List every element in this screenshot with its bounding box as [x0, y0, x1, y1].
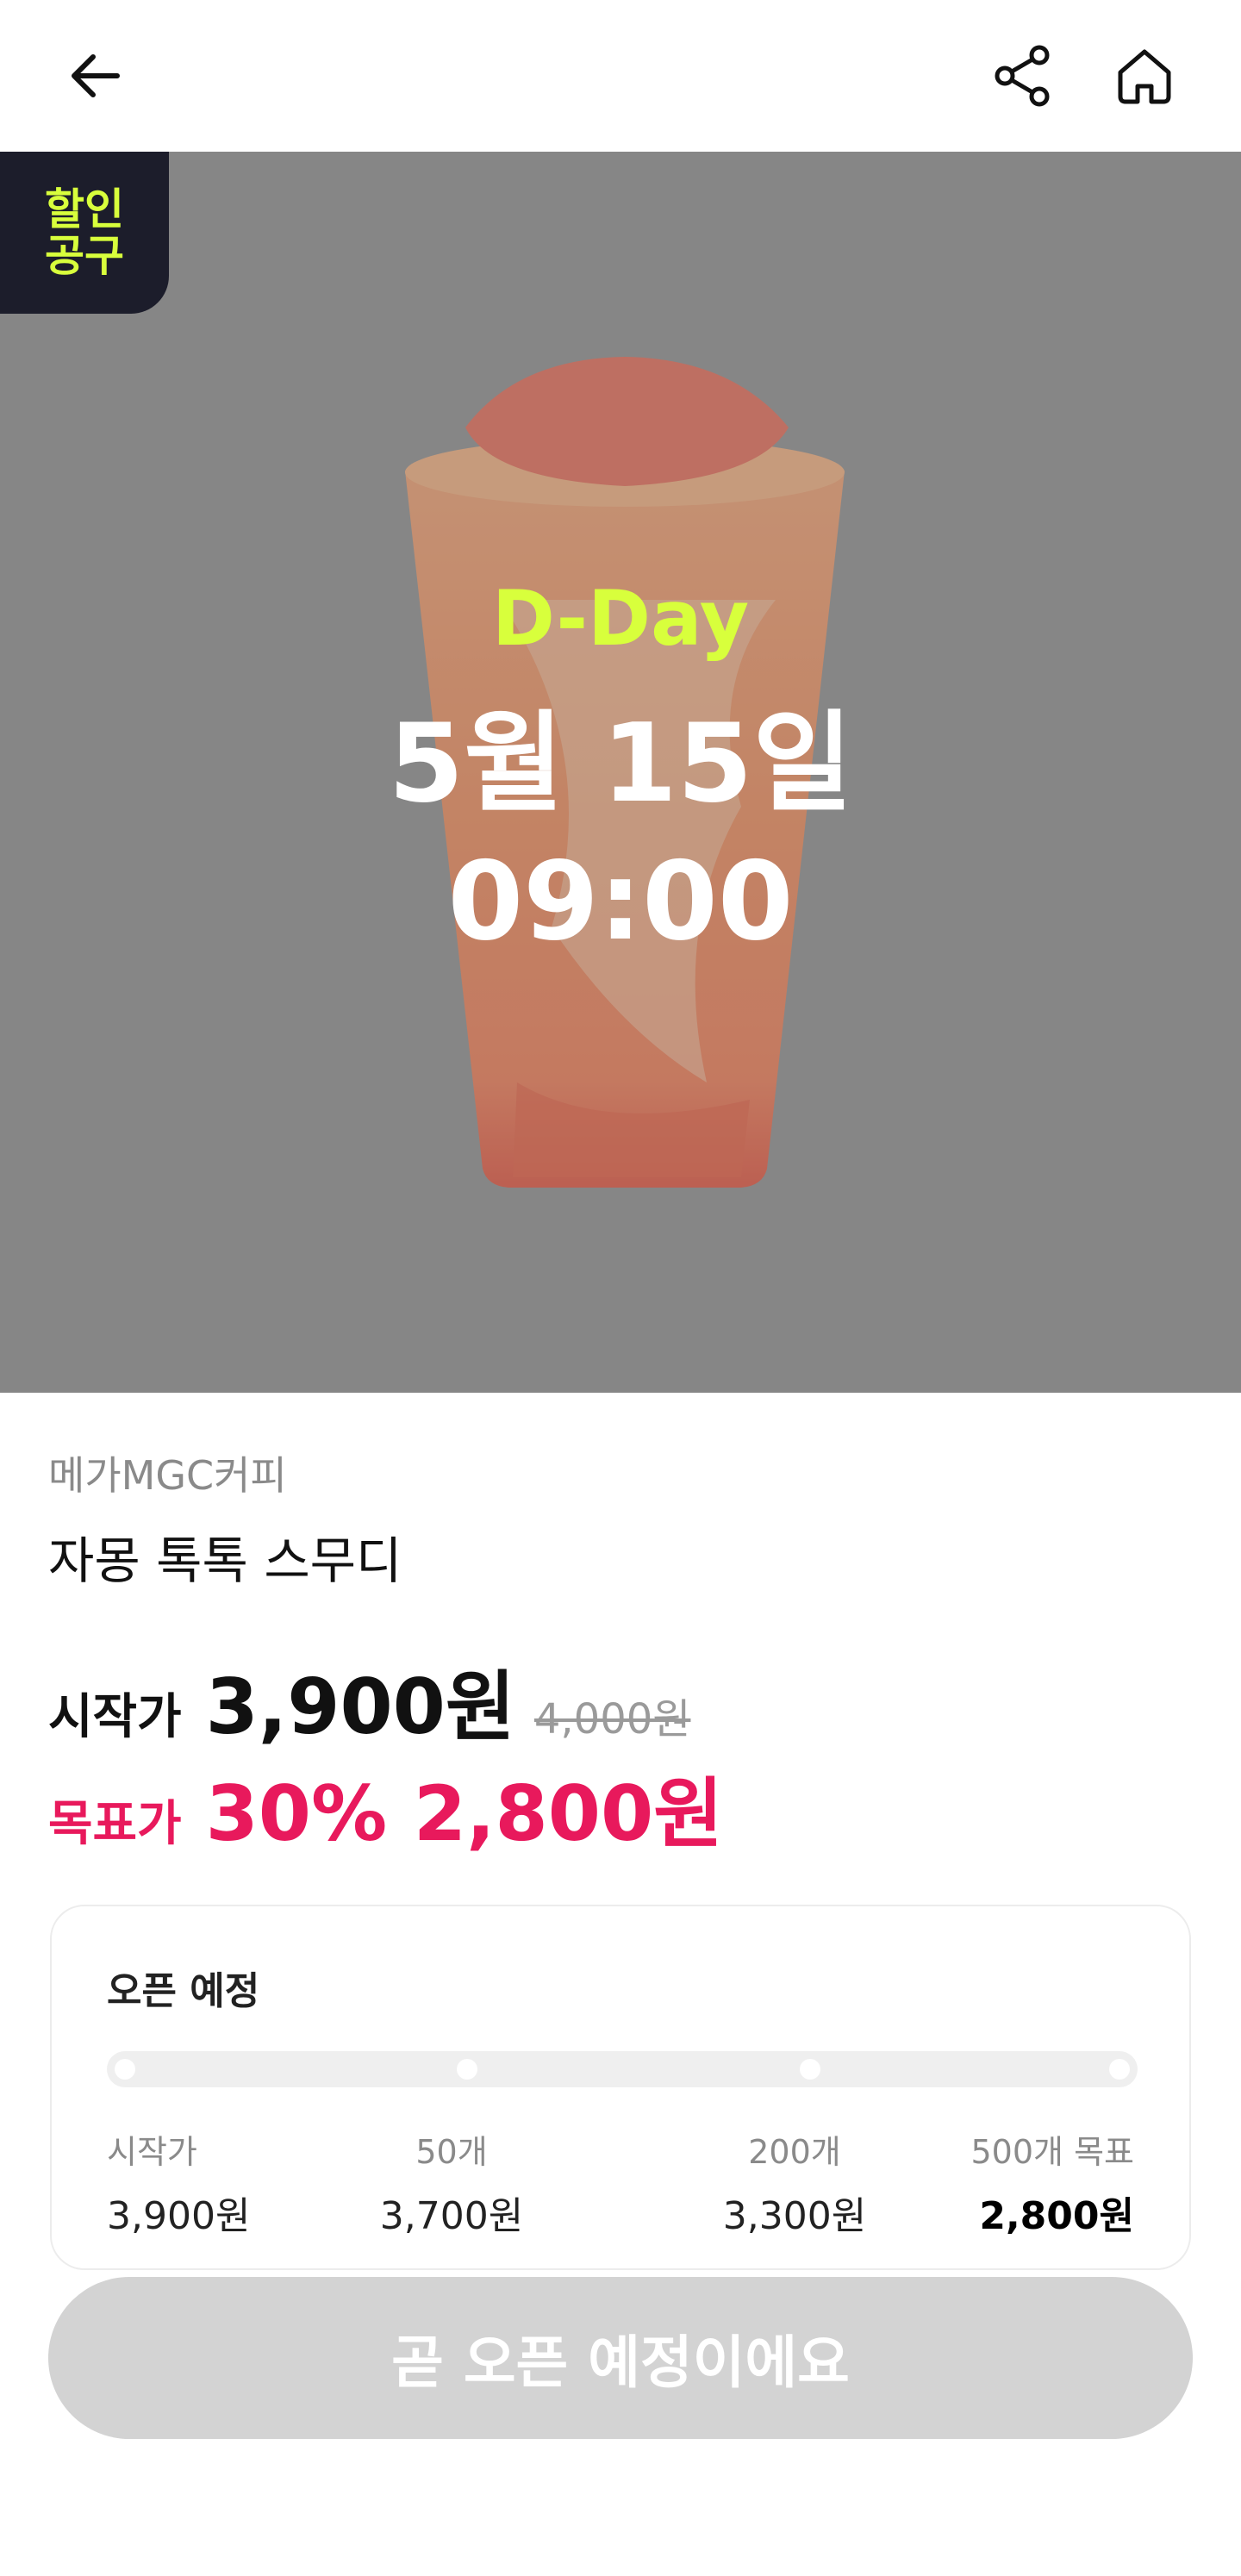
tier-marker: [800, 2059, 820, 2080]
start-price: 3,900원: [205, 1662, 515, 1751]
share-icon[interactable]: [982, 34, 1065, 117]
tier-amount: 2,800원: [979, 2194, 1134, 2238]
tier-amount: 3,900원: [107, 2194, 251, 2238]
tier-200: 200개 3,300원: [723, 2125, 866, 2240]
tier-start: 시작가 3,900원: [107, 2125, 250, 2240]
product-name: 자몽 톡톡 스무디: [48, 1531, 402, 1590]
home-icon[interactable]: [1103, 34, 1186, 117]
start-price-label: 시작가: [48, 1689, 182, 1745]
tier-marker: [457, 2059, 477, 2080]
tier-qty: 200개: [748, 2133, 841, 2171]
cta-label: 곧 오픈 예정이에요: [391, 2330, 850, 2396]
tiers-card-title: 오픈 예정: [107, 1969, 260, 2013]
top-bar: [0, 0, 1241, 152]
tier-qty: 50개: [415, 2133, 488, 2171]
badge-label: 할인 공구: [45, 184, 124, 281]
tier-qty: 시작가: [107, 2133, 197, 2171]
open-date: 5월 15일: [388, 700, 853, 826]
arrow-left-icon[interactable]: [55, 34, 138, 117]
start-price-row: 시작가 3,900원 4,000원: [48, 1646, 690, 1756]
tier-qty: 500개 목표: [970, 2133, 1135, 2171]
discount-group-badge: 할인 공구: [0, 152, 169, 314]
tier-amount: 3,300원: [722, 2194, 867, 2238]
coming-soon-button[interactable]: 곧 오픈 예정이에요: [48, 2277, 1193, 2439]
open-time: 09:00: [447, 838, 794, 964]
tier-marker: [115, 2059, 135, 2080]
price-tiers-card: 오픈 예정 시작가 3,900원 50개 3,700원 200개 3,300원 …: [50, 1905, 1191, 2270]
product-hero-image: 할인 공구 D-Day 5월 15일 09:00: [0, 152, 1241, 1393]
target-price-row: 목표가 30% 2,800원: [48, 1753, 723, 1862]
tier-500-goal: 500개 목표 2,800원: [971, 2125, 1135, 2240]
dday-label: D-Day: [491, 574, 750, 663]
target-price-label: 목표가: [48, 1796, 182, 1852]
tier-amount: 3,700원: [379, 2194, 524, 2238]
target-price: 30% 2,800원: [205, 1769, 724, 1858]
brand-name: 메가MGC커피: [48, 1452, 287, 1499]
original-price: 4,000원: [533, 1695, 691, 1743]
progress-track: [107, 2051, 1138, 2087]
tier-marker: [1109, 2059, 1130, 2080]
tier-50: 50개 3,700원: [380, 2125, 523, 2240]
